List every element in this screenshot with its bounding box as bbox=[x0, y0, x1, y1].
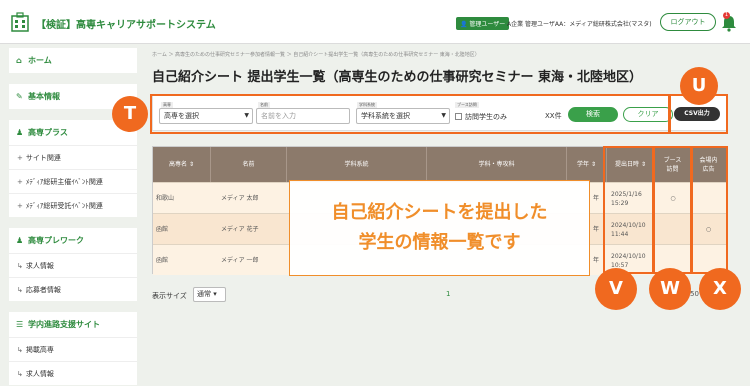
breadcrumb[interactable]: ホーム ＞ 高専生のための仕事研究セミナー参加者情報一覧 ＞ 自己紹介シート提出… bbox=[152, 51, 480, 58]
page-size-value: 通常 bbox=[197, 290, 211, 298]
user-name: A企業 管理ユーザAA：メディア総研株式会社(マスタ) bbox=[507, 21, 652, 28]
page-title: 自己紹介シート 提出学生一覧（高専生のための仕事研究セミナー 東海・北陸地区） bbox=[152, 70, 643, 85]
annotation-box-filters bbox=[150, 94, 670, 134]
cell-year: 年 bbox=[593, 195, 600, 202]
annotation-box-booth bbox=[653, 146, 692, 274]
annotation-box-ad bbox=[691, 146, 728, 274]
annotation-marker-u: U bbox=[680, 67, 718, 105]
cell-kosen: 函館 bbox=[156, 257, 169, 264]
app-title[interactable]: 【検証】高専キャリアサポートシステム bbox=[36, 16, 216, 31]
sidebar-item-label: 学内進路支援サイト bbox=[28, 320, 100, 329]
cell-kosen: 和歌山 bbox=[156, 195, 175, 202]
sidebar-item-career-jobs[interactable]: ↳ 求人情報 bbox=[9, 361, 137, 385]
role-badge-label: 管理ユーザー bbox=[469, 21, 506, 28]
chevron-down-icon: ▾ bbox=[213, 290, 217, 298]
home-icon: ⌂ bbox=[16, 56, 22, 65]
people-icon: ♟ bbox=[16, 236, 24, 245]
list-icon: ☰ bbox=[16, 320, 24, 329]
sidebar-section-prework[interactable]: ♟ 高専プレワーク bbox=[9, 228, 137, 253]
column-header-dept: 学科系統 bbox=[287, 147, 427, 182]
page-size-select[interactable]: 通常 ▾ bbox=[193, 287, 226, 302]
sidebar-item-label: ﾒﾃﾞｨｱ総研受託ｲﾍﾞﾝﾄ関連 bbox=[25, 202, 103, 210]
pagination-current-page[interactable]: 1 bbox=[446, 290, 450, 298]
page-size-label: 表示サイズ bbox=[152, 292, 187, 300]
pagination-right: 50 bbox=[690, 290, 699, 298]
sidebar-item-home[interactable]: ⌂ ホーム bbox=[9, 48, 137, 73]
annotation-marker-t: T bbox=[112, 96, 148, 132]
sidebar-item-label: 求人情報 bbox=[25, 370, 54, 378]
building-logo-icon bbox=[11, 12, 29, 32]
sidebar-item-label: 掲載高専 bbox=[25, 346, 54, 354]
column-header-kosen[interactable]: 高専名 ⇕ bbox=[153, 147, 211, 182]
sidebar-item-label: 応募者情報 bbox=[25, 286, 61, 294]
people-icon: ♟ bbox=[16, 128, 24, 137]
sidebar-item-label: 基本情報 bbox=[28, 92, 60, 101]
column-header-major: 学科・専攻科 bbox=[427, 147, 567, 182]
annotation-marker-v: V bbox=[595, 268, 637, 310]
sidebar-item-label: ホーム bbox=[28, 56, 52, 65]
column-header-name: 名前 bbox=[211, 147, 287, 182]
sidebar-item-site[interactable]: + サイト関連 bbox=[9, 145, 137, 169]
callout-line-1: 自己紹介シートを提出した bbox=[331, 202, 548, 223]
sidebar-item-label: 求人情報 bbox=[25, 262, 54, 270]
role-badge: 👤 管理ユーザー bbox=[456, 17, 510, 30]
annotation-marker-x: X bbox=[699, 268, 741, 310]
column-header-year[interactable]: 学年 ⇕ bbox=[567, 147, 607, 182]
cell-name[interactable]: メディア 花子 bbox=[221, 214, 259, 245]
sidebar-item-listed-kosen[interactable]: ↳ 掲載高専 bbox=[9, 337, 137, 361]
app-header: 【検証】高専キャリアサポートシステム 👤 管理ユーザー A企業 管理ユーザAA：… bbox=[0, 0, 750, 44]
sidebar-item-applicants[interactable]: ↳ 応募者情報 bbox=[9, 277, 137, 301]
cell-year: 年 bbox=[593, 257, 600, 264]
sidebar-item-label: 高専プレワーク bbox=[28, 236, 84, 245]
sidebar-item-label: ﾒﾃﾞｨｱ総研主催ｲﾍﾞﾝﾄ関連 bbox=[25, 178, 103, 186]
logout-button[interactable]: ログアウト bbox=[660, 13, 716, 31]
callout-line-2: 学生の情報一覧です bbox=[358, 232, 521, 253]
sidebar: ⌂ ホーム ✎ 基本情報 ♟ 高専プラス + サイト関連 + ﾒﾃﾞｨｱ総研主催ｲﾍﾞﾝﾄ… bbox=[9, 48, 137, 385]
cell-name[interactable]: メディア 一郎 bbox=[221, 245, 259, 276]
cell-name[interactable]: メディア 太郎 bbox=[221, 183, 259, 214]
sidebar-item-label: サイト関連 bbox=[25, 154, 61, 162]
cell-year: 年 bbox=[593, 226, 600, 233]
annotation-marker-w: W bbox=[649, 268, 691, 310]
cell-kosen: 函館 bbox=[156, 226, 169, 233]
annotation-box-submitted bbox=[603, 146, 654, 274]
description-callout: 自己紹介シートを提出した 学生の情報一覧です bbox=[289, 180, 590, 276]
pencil-icon: ✎ bbox=[16, 92, 23, 101]
sidebar-item-media-events[interactable]: + ﾒﾃﾞｨｱ総研主催ｲﾍﾞﾝﾄ関連 bbox=[9, 169, 137, 193]
sidebar-item-job-info[interactable]: ↳ 求人情報 bbox=[9, 253, 137, 277]
sidebar-section-career-site[interactable]: ☰ 学内進路支援サイト bbox=[9, 312, 137, 337]
sidebar-item-media-contract-events[interactable]: + ﾒﾃﾞｨｱ総研受託ｲﾍﾞﾝﾄ関連 bbox=[9, 193, 137, 217]
sidebar-item-label: 高専プラス bbox=[28, 128, 68, 137]
notification-count: 1 bbox=[723, 12, 730, 19]
